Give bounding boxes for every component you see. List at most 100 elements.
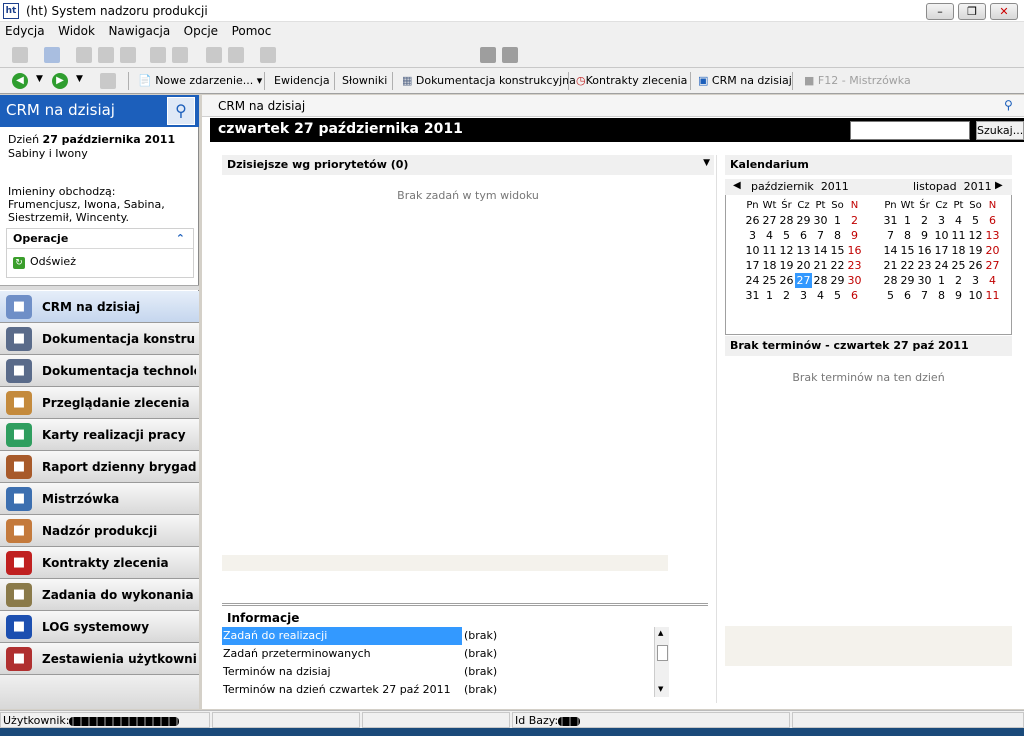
calendar-day[interactable]: 11: [761, 243, 778, 258]
calendar-day[interactable]: 2: [950, 273, 967, 288]
calendar-day[interactable]: 3: [967, 273, 984, 288]
menu-pomoc[interactable]: Pomoc: [227, 22, 277, 40]
f12-foreman-button[interactable]: ■ F12 - Mistrzówka: [804, 74, 911, 87]
calendar-day[interactable]: 15: [899, 243, 916, 258]
next-month-icon[interactable]: ▶: [995, 180, 1003, 191]
calendar-day[interactable]: 10: [967, 288, 984, 303]
calendar-day[interactable]: 28: [778, 213, 795, 228]
search-input[interactable]: [850, 121, 970, 140]
print-icon[interactable]: [260, 47, 276, 63]
sidebar-nav-item[interactable]: ■ CRM na dzisiaj: [0, 291, 199, 323]
dictionaries-button[interactable]: Słowniki: [342, 74, 387, 87]
crm-magnifier-icon[interactable]: ⚲: [1004, 98, 1020, 114]
calendar-day[interactable]: 20: [984, 243, 1001, 258]
calendar-day[interactable]: 9: [846, 228, 863, 243]
calendar-day[interactable]: 6: [846, 288, 863, 303]
calendar-day[interactable]: 8: [899, 228, 916, 243]
calendar-day[interactable]: 26: [967, 258, 984, 273]
priorities-header[interactable]: Dzisiejsze wg priorytetów (0) ▼: [222, 155, 714, 175]
cut-icon[interactable]: [98, 47, 114, 63]
calendar-day[interactable]: 12: [967, 228, 984, 243]
calendar-day[interactable]: 18: [761, 258, 778, 273]
calendar-day[interactable]: 5: [829, 288, 846, 303]
close-button[interactable]: ✕: [990, 3, 1018, 20]
copy-icon[interactable]: [76, 47, 92, 63]
calendar-day[interactable]: 4: [950, 213, 967, 228]
calendar-day[interactable]: 20: [795, 258, 812, 273]
calendar-day[interactable]: 7: [882, 228, 899, 243]
calendar-day[interactable]: 8: [829, 228, 846, 243]
calendar-day[interactable]: 19: [967, 243, 984, 258]
open-icon[interactable]: [44, 47, 60, 63]
horizontal-scrollbar[interactable]: [222, 555, 668, 571]
calendar-day[interactable]: 21: [882, 258, 899, 273]
calendar-day[interactable]: 28: [882, 273, 899, 288]
sidebar-nav-item[interactable]: ■ Przeglądanie zlecenia: [0, 387, 199, 419]
info-row[interactable]: Terminów na dzisiaj (brak): [222, 663, 654, 681]
calendar-day[interactable]: 23: [846, 258, 863, 273]
info-row[interactable]: Zadań przeterminowanych (brak): [222, 645, 654, 663]
forward-icon[interactable]: ▶: [52, 73, 68, 89]
calendar-day[interactable]: 1: [933, 273, 950, 288]
calendar-day[interactable]: 26: [744, 213, 761, 228]
calendar-day[interactable]: 4: [984, 273, 1001, 288]
calendar-day[interactable]: 27: [761, 213, 778, 228]
calendar-day[interactable]: 11: [984, 288, 1001, 303]
calendar-day[interactable]: 6: [984, 213, 1001, 228]
sidebar-nav-item[interactable]: ■ Dokumentacja technologiczna: [0, 355, 199, 387]
crm-today-button[interactable]: ▣ CRM na dzisiaj: [698, 74, 792, 87]
calendar-day[interactable]: 15: [829, 243, 846, 258]
calendar-day[interactable]: 19: [778, 258, 795, 273]
calendar-day[interactable]: 26: [778, 273, 795, 288]
scroll-down-icon[interactable]: ▼: [658, 685, 663, 693]
vertical-scrollbar[interactable]: ▲ ▼: [654, 627, 669, 697]
search-button[interactable]: Szukaj...: [976, 121, 1024, 140]
calendar-day[interactable]: 1: [829, 213, 846, 228]
construction-docs-button[interactable]: ▦ Dokumentacja konstrukcyjna: [402, 74, 576, 87]
order-contracts-button[interactable]: ◷Kontrakty zlecenia: [576, 74, 687, 87]
back-icon[interactable]: ◀: [12, 73, 28, 89]
calendar-day[interactable]: 2: [778, 288, 795, 303]
calendar-day[interactable]: 13: [984, 228, 1001, 243]
sidebar-nav-item[interactable]: ■ Mistrzówka: [0, 483, 199, 515]
refresh-link[interactable]: ↻ Odśwież: [7, 249, 193, 275]
calendar-day[interactable]: 5: [882, 288, 899, 303]
sidebar-nav-item[interactable]: ■ LOG systemowy: [0, 611, 199, 643]
panel-toggle-icon[interactable]: [100, 73, 116, 89]
calendar-day[interactable]: 22: [899, 258, 916, 273]
calendar-day[interactable]: 9: [950, 288, 967, 303]
calendar-day[interactable]: 29: [795, 213, 812, 228]
sidebar-nav-item[interactable]: ■ Kontrakty zlecenia: [0, 547, 199, 579]
info-row[interactable]: Zadań do realizacji (brak): [222, 627, 654, 645]
back-dropdown-icon[interactable]: ▼: [36, 74, 43, 84]
calendar-day[interactable]: 8: [933, 288, 950, 303]
calendar-day[interactable]: 29: [829, 273, 846, 288]
calendar-day[interactable]: 14: [812, 243, 829, 258]
calendar-day[interactable]: 16: [846, 243, 863, 258]
menu-nawigacja[interactable]: Nawigacja: [103, 22, 175, 40]
sort-asc-icon[interactable]: [206, 47, 222, 63]
calendar-day[interactable]: 30: [916, 273, 933, 288]
forward-dropdown-icon[interactable]: ▼: [76, 74, 83, 84]
sidebar-nav-item[interactable]: ■ Raport dzienny brygad: [0, 451, 199, 483]
minimize-button[interactable]: –: [926, 3, 954, 20]
calendar-day[interactable]: 18: [950, 243, 967, 258]
calendar-day[interactable]: 14: [882, 243, 899, 258]
calendar-day[interactable]: 10: [933, 228, 950, 243]
calendar-day[interactable]: 7: [812, 228, 829, 243]
calendar-day[interactable]: 21: [812, 258, 829, 273]
calendar-day[interactable]: 17: [744, 258, 761, 273]
collapse-icon[interactable]: ⌃: [176, 232, 185, 245]
find-icon[interactable]: [150, 47, 166, 63]
calendar-day[interactable]: 1: [761, 288, 778, 303]
calendar-day[interactable]: 24: [933, 258, 950, 273]
operations-header[interactable]: Operacje ⌃: [7, 229, 193, 249]
calendar-day[interactable]: 25: [761, 273, 778, 288]
calendar-day[interactable]: 3: [744, 228, 761, 243]
calendar-day[interactable]: 27: [795, 273, 812, 288]
scroll-thumb[interactable]: [657, 645, 668, 661]
panel-icon[interactable]: [502, 47, 518, 63]
find-next-icon[interactable]: [172, 47, 188, 63]
calendar-day[interactable]: 6: [899, 288, 916, 303]
calendar-day[interactable]: 7: [916, 288, 933, 303]
